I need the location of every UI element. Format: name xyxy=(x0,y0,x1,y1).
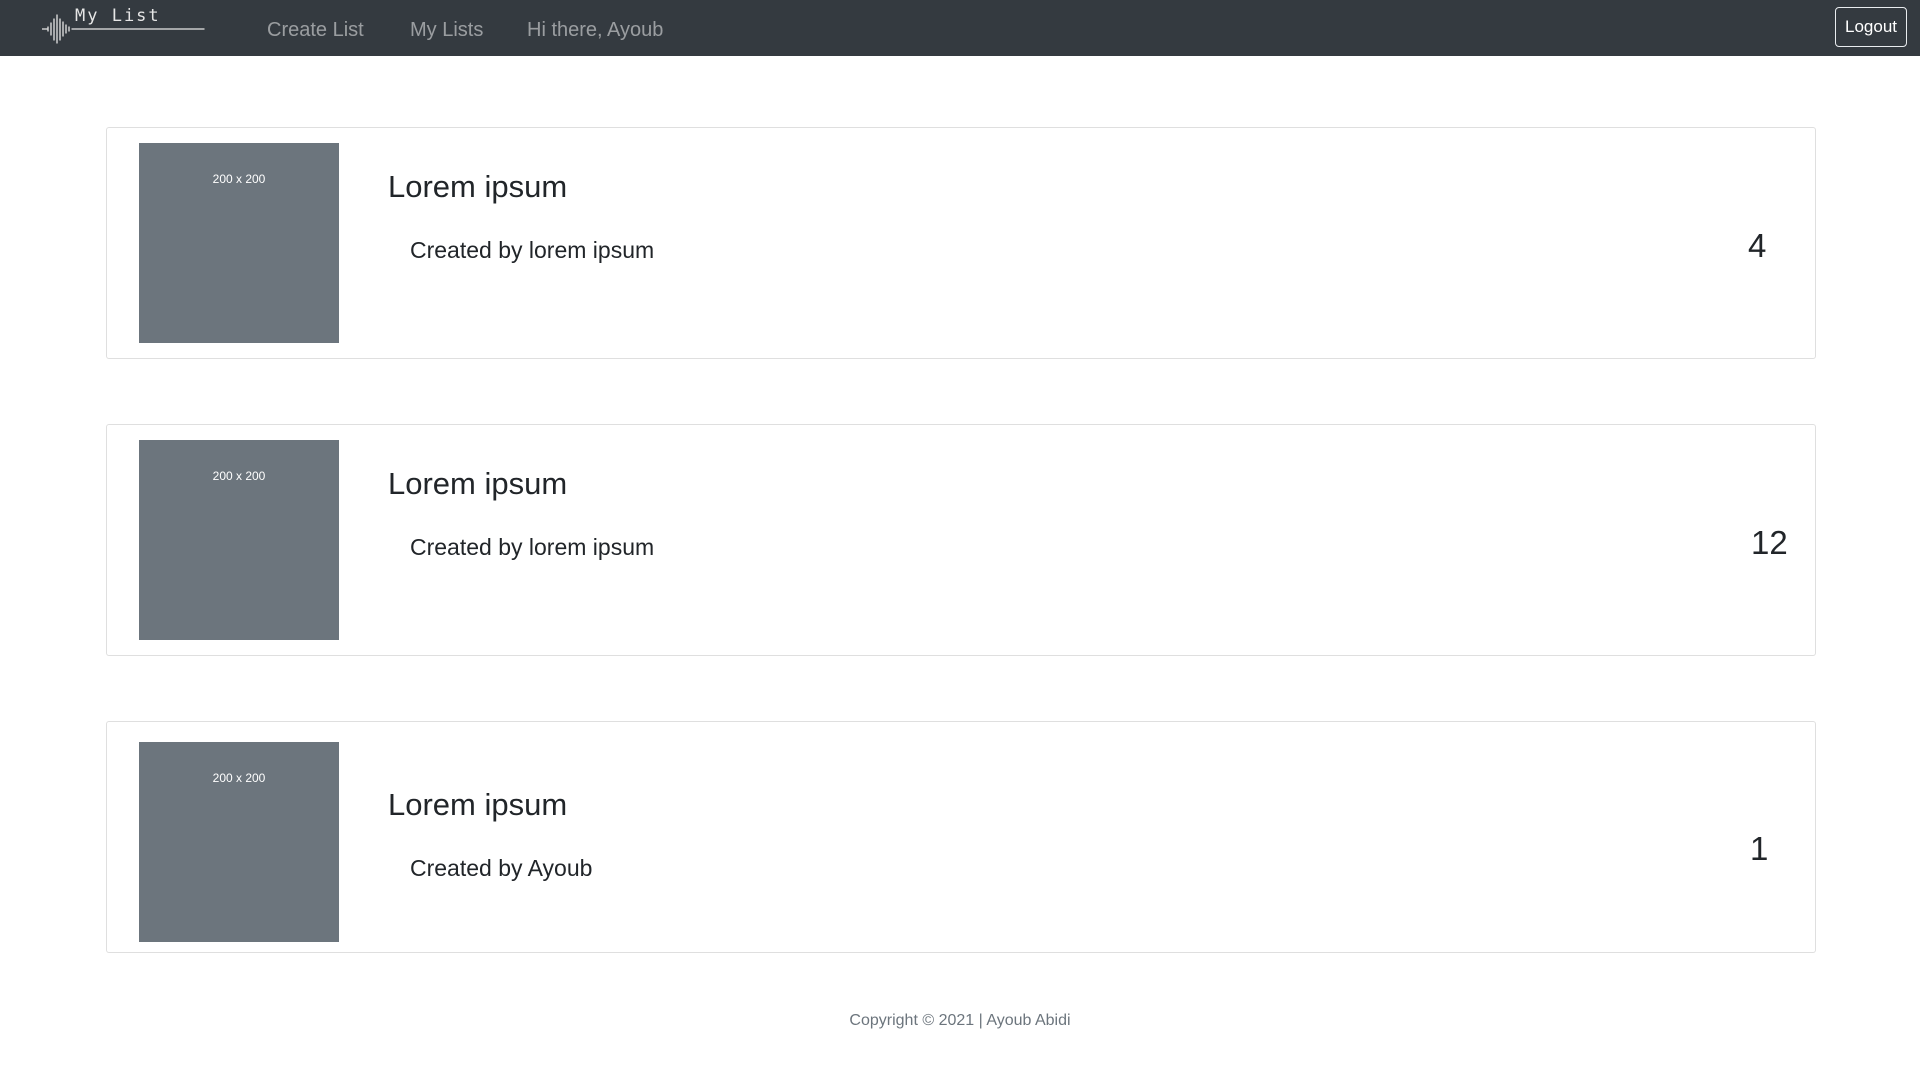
list-title: Lorem ipsum xyxy=(388,787,568,822)
brand-name: My List xyxy=(75,6,161,26)
thumbnail-size-label: 200 x 200 xyxy=(212,469,266,483)
list-title: Lorem ipsum xyxy=(388,466,568,501)
list-title: Lorem ipsum xyxy=(388,169,568,204)
list-card[interactable]: 200 x 200 Lorem ipsum Created by Ayoub 1 xyxy=(106,721,1816,953)
nav-create-list-link[interactable]: Create List xyxy=(267,17,364,43)
thumbnail-size-label: 200 x 200 xyxy=(212,172,266,186)
list-creator: Created by Ayoub xyxy=(410,855,593,881)
list-thumbnail: 200 x 200 xyxy=(139,143,339,343)
user-greeting: Hi there, Ayoub xyxy=(527,19,664,41)
list-card[interactable]: 200 x 200 Lorem ipsum Created by lorem i… xyxy=(106,424,1816,656)
list-item-count: 4 xyxy=(1748,227,1767,264)
list-card[interactable]: 200 x 200 Lorem ipsum Created by lorem i… xyxy=(106,127,1816,359)
list-item-count: 1 xyxy=(1750,830,1769,867)
footer-copyright: Copyright © 2021 | Ayoub Abidi xyxy=(849,1012,1071,1029)
thumbnail-size-label: 200 x 200 xyxy=(212,771,266,785)
logout-button[interactable]: Logout xyxy=(1835,7,1907,47)
list-creator: Created by lorem ipsum xyxy=(410,534,655,560)
list-item-count: 12 xyxy=(1751,524,1788,561)
list-creator: Created by lorem ipsum xyxy=(410,237,655,263)
brand-logo[interactable]: My List xyxy=(42,5,205,45)
nav-my-lists-link[interactable]: My Lists xyxy=(410,17,483,43)
navbar: My List Create List My Lists Hi there, A… xyxy=(0,0,1920,56)
list-thumbnail: 200 x 200 xyxy=(139,742,339,942)
list-thumbnail: 200 x 200 xyxy=(139,440,339,640)
